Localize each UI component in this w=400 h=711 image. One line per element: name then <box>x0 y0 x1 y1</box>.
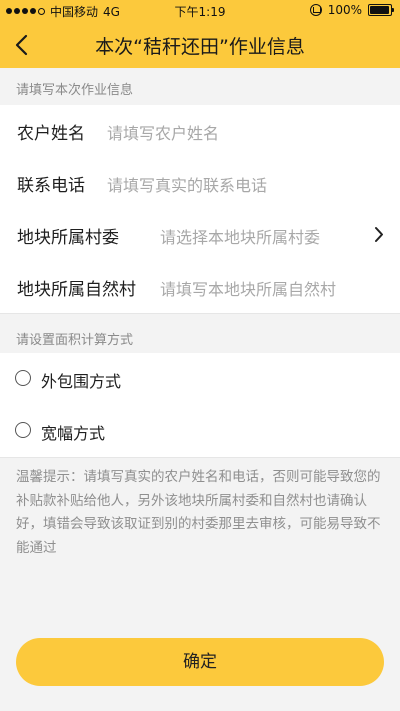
phone-label: 联系电话 <box>17 176 85 196</box>
orientation-lock-icon <box>309 4 322 16</box>
farmer-name-input[interactable]: 请填写农户姓名 <box>107 120 219 144</box>
warm-tip-text: 温馨提示：请填写真实的农户姓名和电话，否则可能导致您的补贴款补贴给他人，另外该地… <box>16 469 381 556</box>
outer-boundary-radio[interactable] <box>15 370 31 386</box>
outer-boundary-label: 外包围方式 <box>41 372 122 391</box>
natural-village-label: 地块所属自然村 <box>17 280 136 300</box>
outer-boundary-option[interactable]: 外包围方式 <box>0 353 400 406</box>
natural-village-input[interactable]: 请填写本地块所属自然村 <box>160 276 336 300</box>
phone-row[interactable]: 联系电话 请填写真实的联系电话 <box>0 157 400 210</box>
village-committee-row[interactable]: 地块所属村委 请选择本地块所属村委 <box>0 209 400 262</box>
width-method-radio[interactable] <box>15 422 31 438</box>
battery-icon <box>368 4 394 16</box>
page-title: 本次“秸秆还田”作业信息 <box>95 36 305 58</box>
area-method-section-label: 请设置面积计算方式 <box>16 333 134 348</box>
battery-percent: 100% <box>327 3 362 17</box>
phone-input[interactable]: 请填写真实的联系电话 <box>107 172 267 196</box>
app-header: 中国移动 4G 下午1:19 100% 本次“秸秆还田”作业信息 <box>0 0 400 68</box>
farmer-name-row[interactable]: 农户姓名 请填写农户姓名 <box>0 105 400 158</box>
work-info-section-label: 请填写本次作业信息 <box>16 83 134 98</box>
navigation-bar: 本次“秸秆还田”作业信息 <box>0 20 400 68</box>
chevron-right-icon <box>375 227 383 242</box>
width-method-option[interactable]: 宽幅方式 <box>0 405 400 458</box>
confirm-button[interactable]: 确定 <box>16 638 384 686</box>
village-committee-select[interactable]: 请选择本地块所属村委 <box>160 224 320 248</box>
width-method-label: 宽幅方式 <box>41 424 106 443</box>
farmer-name-label: 农户姓名 <box>17 124 85 144</box>
village-committee-label: 地块所属村委 <box>17 228 119 248</box>
natural-village-row[interactable]: 地块所属自然村 请填写本地块所属自然村 <box>0 261 400 314</box>
status-bar: 中国移动 4G 下午1:19 100% <box>0 0 400 20</box>
